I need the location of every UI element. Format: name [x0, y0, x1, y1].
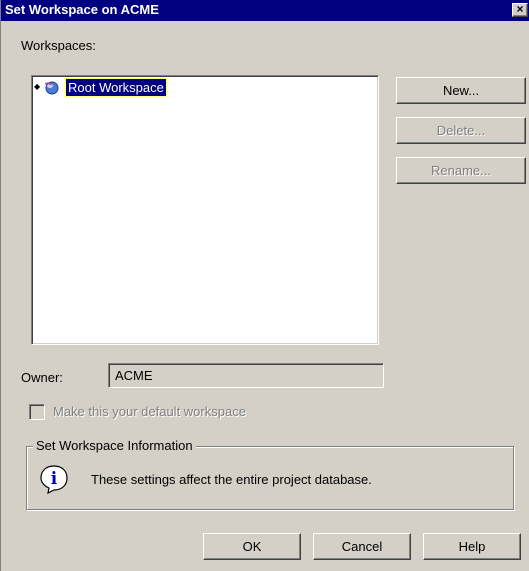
cancel-button[interactable]: Cancel — [313, 533, 411, 560]
tree-expander-icon[interactable]: ◆ — [34, 83, 40, 91]
default-workspace-checkbox[interactable] — [29, 404, 45, 420]
workspaces-tree[interactable]: ◆ Root Workspace — [31, 75, 379, 345]
workspace-info-group: Set Workspace Information i These settin… — [26, 438, 514, 510]
info-icon: i — [40, 465, 68, 494]
title-bar: Set Workspace on ACME × — [1, 0, 529, 21]
info-message: These settings affect the entire project… — [91, 472, 372, 487]
ok-button[interactable]: OK — [203, 533, 301, 560]
tree-item-label: Root Workspace — [65, 78, 167, 97]
workspaces-label: Workspaces: — [21, 38, 96, 53]
set-workspace-dialog: Set Workspace on ACME × Workspaces: ◆ Ro… — [0, 0, 529, 571]
rename-button[interactable]: Rename... — [396, 157, 526, 184]
close-button[interactable]: × — [512, 3, 528, 17]
help-button[interactable]: Help — [423, 533, 521, 560]
close-icon: × — [516, 2, 524, 16]
workspace-globe-icon — [44, 81, 59, 95]
delete-button[interactable]: Delete... — [396, 117, 526, 144]
info-icon-glyph: i — [51, 469, 58, 489]
default-workspace-label: Make this your default workspace — [53, 404, 246, 419]
window-title: Set Workspace on ACME — [5, 2, 159, 17]
owner-label: Owner: — [21, 370, 63, 385]
owner-field: ACME — [108, 363, 384, 388]
group-title: Set Workspace Information — [33, 438, 196, 453]
new-button[interactable]: New... — [396, 77, 526, 104]
